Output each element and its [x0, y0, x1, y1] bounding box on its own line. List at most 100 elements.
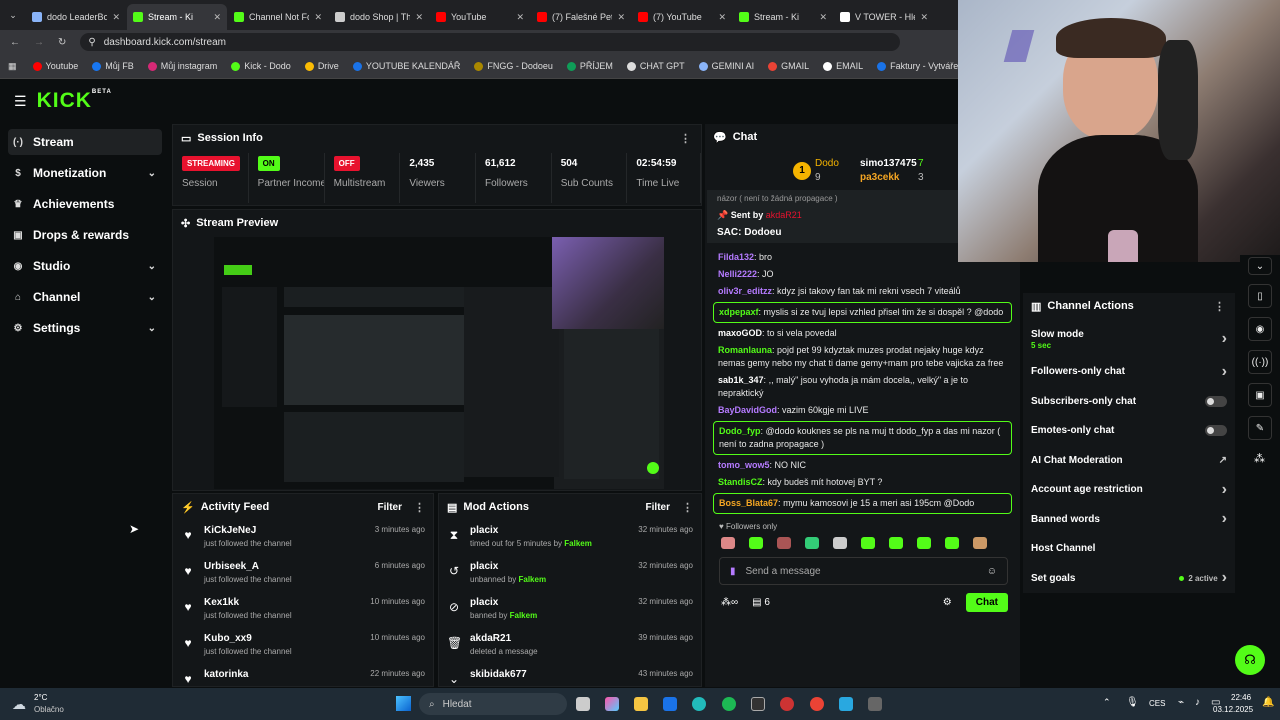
chrome-icon[interactable] [810, 697, 824, 711]
chevron-right-icon[interactable]: › [1222, 481, 1227, 499]
mod-target-username[interactable]: placix [470, 597, 629, 608]
mod-moderator[interactable]: Falkem [510, 611, 538, 620]
edge-icon[interactable] [692, 697, 706, 711]
support-button[interactable]: ☊ [1235, 645, 1265, 675]
back-icon[interactable]: ← [10, 37, 20, 48]
clock-date[interactable]: 03.12.2025 [1213, 705, 1253, 714]
chevron-right-icon[interactable]: › [1222, 510, 1227, 528]
spotify-icon[interactable] [722, 697, 736, 711]
browser-tab[interactable]: dodo LeaderBo ✕ [26, 4, 126, 30]
bookmark[interactable]: CHAT GPT [626, 61, 685, 71]
chat-username[interactable]: Boss_Blata67 [719, 498, 778, 508]
mod-target-username[interactable]: skibidak677 [470, 669, 629, 680]
sidebar-item-studio[interactable]: ◉ Studio ⌄ [8, 253, 162, 279]
mod-filter-button[interactable]: Filter [646, 502, 670, 513]
chat-username[interactable]: StandisCZ [718, 477, 763, 487]
tab-close-icon[interactable]: ✕ [819, 12, 827, 23]
tray-chevron-icon[interactable]: ⌃ [1103, 697, 1111, 708]
browser-tab[interactable]: YouTube ✕ [430, 4, 530, 30]
activity-username[interactable]: KiCkJeNeJ [204, 525, 366, 536]
browser-tab[interactable]: Stream - Ki ✕ [127, 4, 227, 30]
chat-username[interactable]: oliv3r_editzz [718, 286, 772, 296]
bookmark[interactable]: PŘÍJEM [566, 61, 613, 71]
chevron-down-icon[interactable]: ⌄ [148, 323, 156, 334]
activity-username[interactable]: Urbiseek_A [204, 561, 366, 572]
stream-preview-video[interactable] [214, 237, 664, 489]
copilot-icon[interactable] [605, 697, 619, 711]
chevron-down-icon[interactable]: ⌄ [148, 261, 156, 272]
mod-moderator[interactable]: Falkem [519, 575, 547, 584]
chevron-down-icon[interactable]: ⌄ [148, 292, 156, 303]
taskbar-search[interactable]: ⌕ Hledat [419, 693, 567, 715]
chat-username[interactable]: Romanlauna [718, 345, 772, 355]
sidebar-item-monetization[interactable]: $ Monetization ⌄ [8, 160, 162, 186]
chat-message[interactable]: tomo_wow5: NO NIC [705, 457, 1020, 474]
network-icon[interactable]: ⌁ [1178, 697, 1184, 708]
chat-username[interactable]: maxoGOD [718, 328, 762, 338]
channel-action-account-age-restriction[interactable]: Account age restriction › [1023, 475, 1235, 505]
channel-action-followers-only-chat[interactable]: Followers-only chat › [1023, 357, 1235, 387]
start-icon[interactable] [396, 696, 411, 711]
mod-target-username[interactable]: akdaR21 [470, 633, 629, 644]
chat-username[interactable]: Filda132 [718, 252, 754, 262]
chat-username[interactable]: sab1k_347 [718, 375, 764, 385]
emote-bar[interactable] [705, 533, 1020, 551]
tab-search-button[interactable]: ⌄ [0, 10, 26, 21]
browser-tab[interactable]: Stream - Ki ✕ [733, 4, 833, 30]
mic-tray-icon[interactable]: 🎙 [1126, 697, 1139, 708]
bookmark[interactable]: Můj instagram [147, 61, 217, 71]
activity-filter-button[interactable]: Filter [378, 502, 402, 513]
chat-message[interactable]: Romanlauna: pojd pet 99 kdyztak muzes pr… [705, 342, 1020, 372]
kick-logo[interactable]: KICKBETA [37, 89, 112, 113]
add-widget-icon[interactable]: ⁂ [1254, 452, 1280, 465]
browser-tab[interactable]: Channel Not Fo ✕ [228, 4, 328, 30]
chevron-right-icon[interactable]: › [1222, 569, 1227, 587]
toggle-switch[interactable] [1205, 425, 1227, 437]
chat-username[interactable]: Nelli2222 [718, 269, 757, 279]
chat-message[interactable]: BayDavidGod: vazim 60kgje mi LIVE [705, 402, 1020, 419]
activity-row[interactable]: ♥ KiCkJeNeJ just followed the channel 3 min… [173, 520, 433, 556]
explorer-icon[interactable] [634, 697, 648, 711]
weather-icon[interactable]: ☁ [12, 696, 26, 713]
chat-username[interactable]: Dodo_fyp [719, 426, 761, 436]
channel-action-ai-chat-moderation[interactable]: AI Chat Moderation ↗ [1023, 446, 1235, 476]
sidebar-item-channel[interactable]: ⌂ Channel ⌄ [8, 284, 162, 310]
activity-row[interactable]: ♥ Kex1kk just followed the channel 10 minut… [173, 592, 433, 628]
sidebar-item-achievements[interactable]: ♛ Achievements [8, 191, 162, 217]
channel-action-set-goals[interactable]: Set goals 2 active › [1023, 564, 1235, 594]
clock-time[interactable]: 22:46 [1231, 693, 1251, 702]
wrench-icon[interactable]: ✎ [1248, 416, 1272, 440]
broadcast-icon[interactable]: ((·)) [1248, 350, 1272, 374]
bookmark[interactable]: Youtube [32, 61, 78, 71]
mic-icon[interactable]: ▮ [730, 566, 736, 577]
mod-target-username[interactable]: placix [470, 525, 629, 536]
activity-username[interactable]: katorinka [204, 669, 361, 680]
bookmark[interactable]: EMAIL [823, 61, 863, 71]
save-icon[interactable]: ▣ [1248, 383, 1272, 407]
tab-close-icon[interactable]: ✕ [718, 12, 726, 23]
channel-action-banned-words[interactable]: Banned words › [1023, 505, 1235, 535]
chevron-down-icon[interactable]: ⌄ [148, 168, 156, 179]
chat-username[interactable]: xdpepaxf [719, 307, 759, 317]
activity-username[interactable]: Kex1kk [204, 597, 361, 608]
app-icon[interactable] [839, 697, 853, 711]
tab-close-icon[interactable]: ✕ [617, 12, 625, 23]
bookmark[interactable]: Kick - Dodo [231, 61, 291, 71]
browser-tab[interactable]: (7) Falešné Pet ✕ [531, 4, 631, 30]
chevron-icon[interactable]: ⌄ [1248, 257, 1272, 275]
tab-close-icon[interactable]: ✕ [415, 12, 423, 23]
forward-icon[interactable]: → [34, 37, 44, 48]
chat-message[interactable]: xdpepaxf: myslis si ze tvuj lepsi vzhled… [713, 302, 1012, 323]
activity-username[interactable]: Kubo_xx9 [204, 633, 361, 644]
chat-message[interactable]: sab1k_347: ,, malý" jsou vyhoda ja mám d… [705, 372, 1020, 402]
activity-more-icon[interactable]: ⋮ [414, 501, 425, 514]
mod-action-row[interactable]: ⊘ placix banned by Falkem 32 minutes ago [439, 592, 701, 628]
bookmark[interactable]: FNGG - Dodoeu [474, 61, 553, 71]
send-chat-button[interactable]: Chat [965, 592, 1008, 612]
channel-action-slow-mode[interactable]: Slow mode 5 sec › [1023, 321, 1235, 357]
notification-icon[interactable]: 🔔 [1262, 697, 1274, 708]
volume-icon[interactable]: ♪ [1195, 697, 1200, 708]
chat-input[interactable]: ▮ Send a message ☺ [719, 557, 1008, 585]
chat-message[interactable]: oliv3r_editzz: kdyz jsi takovy fan tak m… [705, 283, 1020, 300]
channel-action-emotes-only-chat[interactable]: Emotes-only chat [1023, 416, 1235, 446]
